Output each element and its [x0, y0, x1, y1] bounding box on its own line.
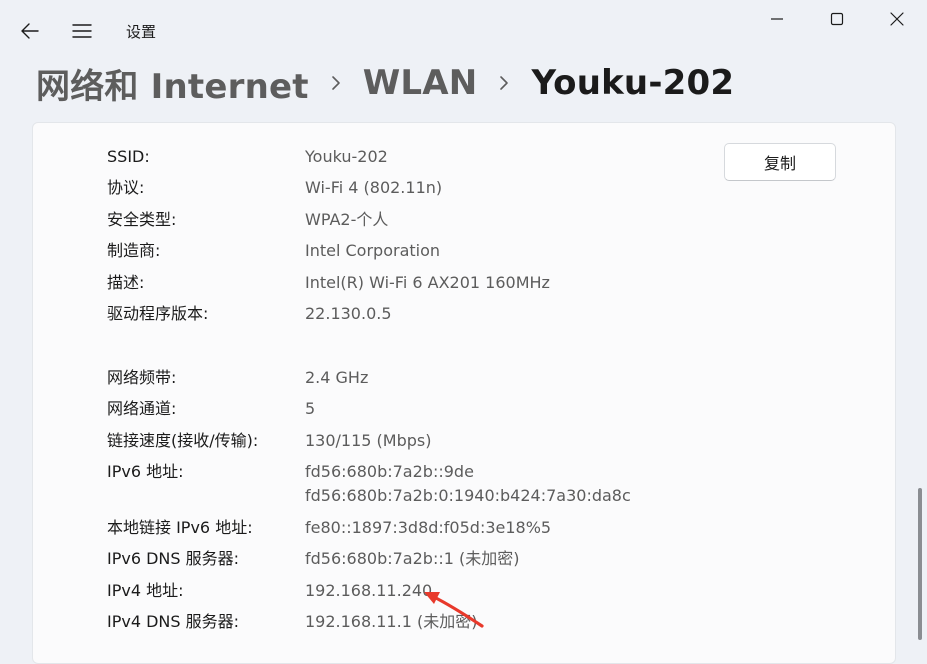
property-label: 网络通道:: [107, 399, 177, 418]
breadcrumb-item-network[interactable]: 网络和 Internet: [36, 59, 309, 108]
property-value: fd56:680b:7a2b::9de: [305, 462, 474, 481]
property-value: Intel(R) Wi-Fi 6 AX201 160MHz: [305, 273, 550, 292]
property-value: Wi-Fi 4 (802.11n): [305, 178, 443, 197]
property-value: 2.4 GHz: [305, 368, 369, 387]
property-value: WPA2-个人: [305, 210, 389, 229]
title-bar: 设置: [0, 0, 927, 58]
property-value: 5: [305, 399, 316, 418]
annotation-arrow-icon: [424, 592, 484, 628]
property-value: Youku-202: [305, 147, 388, 166]
navigation-menu-button[interactable]: [66, 16, 98, 46]
property-label: 本地链接 IPv6 地址:: [107, 518, 253, 537]
property-value: 22.130.0.5: [305, 304, 392, 323]
property-label: 协议:: [107, 178, 145, 197]
arrow-left-icon: [21, 23, 39, 39]
property-value: fe80::1897:3d8d:f05d:3e18%5: [305, 518, 552, 537]
property-label: 制造商:: [107, 241, 161, 260]
minimize-icon: [771, 18, 783, 20]
property-label: 驱动程序版本:: [107, 304, 209, 323]
vertical-scrollbar[interactable]: [918, 488, 922, 640]
property-label: 网络频带:: [107, 368, 177, 387]
property-label: 安全类型:: [107, 210, 177, 229]
property-value-secondary: fd56:680b:7a2b:0:1940:b424:7a30:da8c: [305, 486, 631, 505]
property-value: 130/115 (Mbps): [305, 431, 432, 450]
maximize-button[interactable]: [820, 4, 854, 34]
settings-window: 设置 网络和 Internet WLAN Youku-202 SSID: You…: [0, 0, 927, 664]
property-label: 描述:: [107, 273, 145, 292]
property-label: IPv6 DNS 服务器:: [107, 549, 240, 568]
chevron-right-icon: [309, 63, 363, 103]
property-label: 链接速度(接收/传输):: [107, 431, 259, 450]
chevron-right-icon: [477, 63, 531, 103]
app-title: 设置: [126, 23, 157, 41]
close-icon: [890, 12, 904, 26]
breadcrumb-item-current-network: Youku-202: [531, 63, 735, 103]
breadcrumb: 网络和 Internet WLAN Youku-202: [36, 59, 735, 108]
property-value: Intel Corporation: [305, 241, 441, 260]
maximize-icon: [830, 12, 844, 26]
property-label: SSID:: [107, 147, 150, 166]
close-button[interactable]: [880, 4, 914, 34]
copy-button[interactable]: 复制: [724, 143, 836, 181]
property-label: IPv6 地址:: [107, 462, 184, 481]
property-value: fd56:680b:7a2b::1 (未加密): [305, 549, 520, 568]
property-label: IPv4 地址:: [107, 581, 184, 600]
property-label: IPv4 DNS 服务器:: [107, 612, 240, 631]
back-button[interactable]: [14, 16, 46, 46]
hamburger-menu-icon: [72, 24, 92, 38]
network-properties-card: SSID: Youku-202 协议: Wi-Fi 4 (802.11n) 安全…: [32, 122, 896, 664]
breadcrumb-item-wlan[interactable]: WLAN: [363, 63, 478, 103]
minimize-button[interactable]: [760, 4, 794, 34]
property-value: 192.168.11.240: [305, 581, 433, 600]
